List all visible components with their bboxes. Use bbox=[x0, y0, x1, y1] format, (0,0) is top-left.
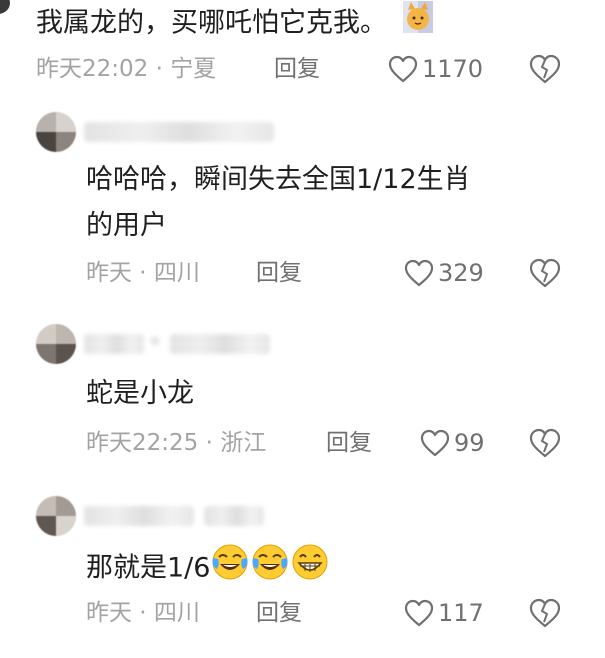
reply-button[interactable]: 回复 bbox=[274, 52, 320, 86]
comment-text: 那就是1/6 bbox=[86, 542, 330, 596]
broken-heart-icon[interactable] bbox=[528, 426, 562, 460]
comment-meta: 昨天22:02 · 宁夏 bbox=[36, 56, 217, 82]
comment-meta: 昨天 · 四川 bbox=[86, 260, 200, 286]
comment-1: 我属龙的，买哪吒怕它克我。 昨天22:02 · 宁夏 回复 1170 bbox=[0, 0, 605, 100]
comment-meta: 昨天22:25 · 浙江 bbox=[86, 430, 267, 456]
like-button[interactable]: 99 bbox=[420, 426, 485, 460]
username-blurred[interactable] bbox=[84, 334, 144, 354]
comment-4: 那就是1/6 昨天 · 四川 回复 117 bbox=[0, 494, 605, 658]
like-count: 117 bbox=[438, 599, 484, 627]
avatar[interactable] bbox=[36, 112, 76, 152]
tears-of-joy-emoji bbox=[210, 542, 250, 596]
like-count: 99 bbox=[454, 429, 485, 457]
broken-heart-icon[interactable] bbox=[528, 52, 562, 86]
comment-avatar-partial bbox=[0, 0, 10, 14]
like-button[interactable]: 329 bbox=[404, 256, 484, 290]
comment-text-line-2: 的用户 bbox=[86, 210, 167, 241]
comment-3: 蛇是小龙 昨天22:25 · 浙江 回复 99 bbox=[0, 322, 605, 472]
heart-outline-icon bbox=[404, 259, 434, 287]
like-count: 1170 bbox=[422, 55, 484, 83]
broken-heart-icon[interactable] bbox=[528, 256, 562, 290]
username-blurred-3[interactable] bbox=[170, 334, 270, 354]
reply-button[interactable]: 回复 bbox=[326, 426, 372, 460]
heart-outline-icon bbox=[388, 55, 418, 83]
like-count: 329 bbox=[438, 259, 484, 287]
username-blurred[interactable] bbox=[84, 506, 194, 526]
heart-outline-icon bbox=[420, 429, 450, 457]
comment-text: 我属龙的，买哪吒怕它克我。 bbox=[36, 0, 434, 48]
comment-2: 哈哈哈，瞬间失去全国1/12生肖 的用户 昨天 · 四川 回复 329 bbox=[0, 110, 605, 300]
like-button[interactable]: 117 bbox=[404, 596, 484, 630]
like-button[interactable]: 1170 bbox=[388, 52, 483, 86]
grinning-emoji bbox=[290, 542, 330, 596]
broken-heart-icon[interactable] bbox=[528, 596, 562, 630]
username-blurred-2[interactable] bbox=[150, 336, 160, 346]
avatar[interactable] bbox=[36, 324, 76, 364]
avatar[interactable] bbox=[36, 496, 76, 536]
tears-of-joy-emoji bbox=[250, 542, 290, 596]
cat-emoji bbox=[402, 0, 434, 48]
username-blurred[interactable] bbox=[84, 122, 274, 142]
reply-button[interactable]: 回复 bbox=[256, 256, 302, 290]
comment-text-line-1: 哈哈哈，瞬间失去全国1/12生肖 bbox=[86, 164, 471, 195]
comment-text: 蛇是小龙 bbox=[86, 378, 194, 409]
reply-button[interactable]: 回复 bbox=[256, 596, 302, 630]
comment-meta: 昨天 · 四川 bbox=[86, 600, 200, 626]
heart-outline-icon bbox=[404, 599, 434, 627]
username-blurred-2[interactable] bbox=[204, 506, 264, 526]
